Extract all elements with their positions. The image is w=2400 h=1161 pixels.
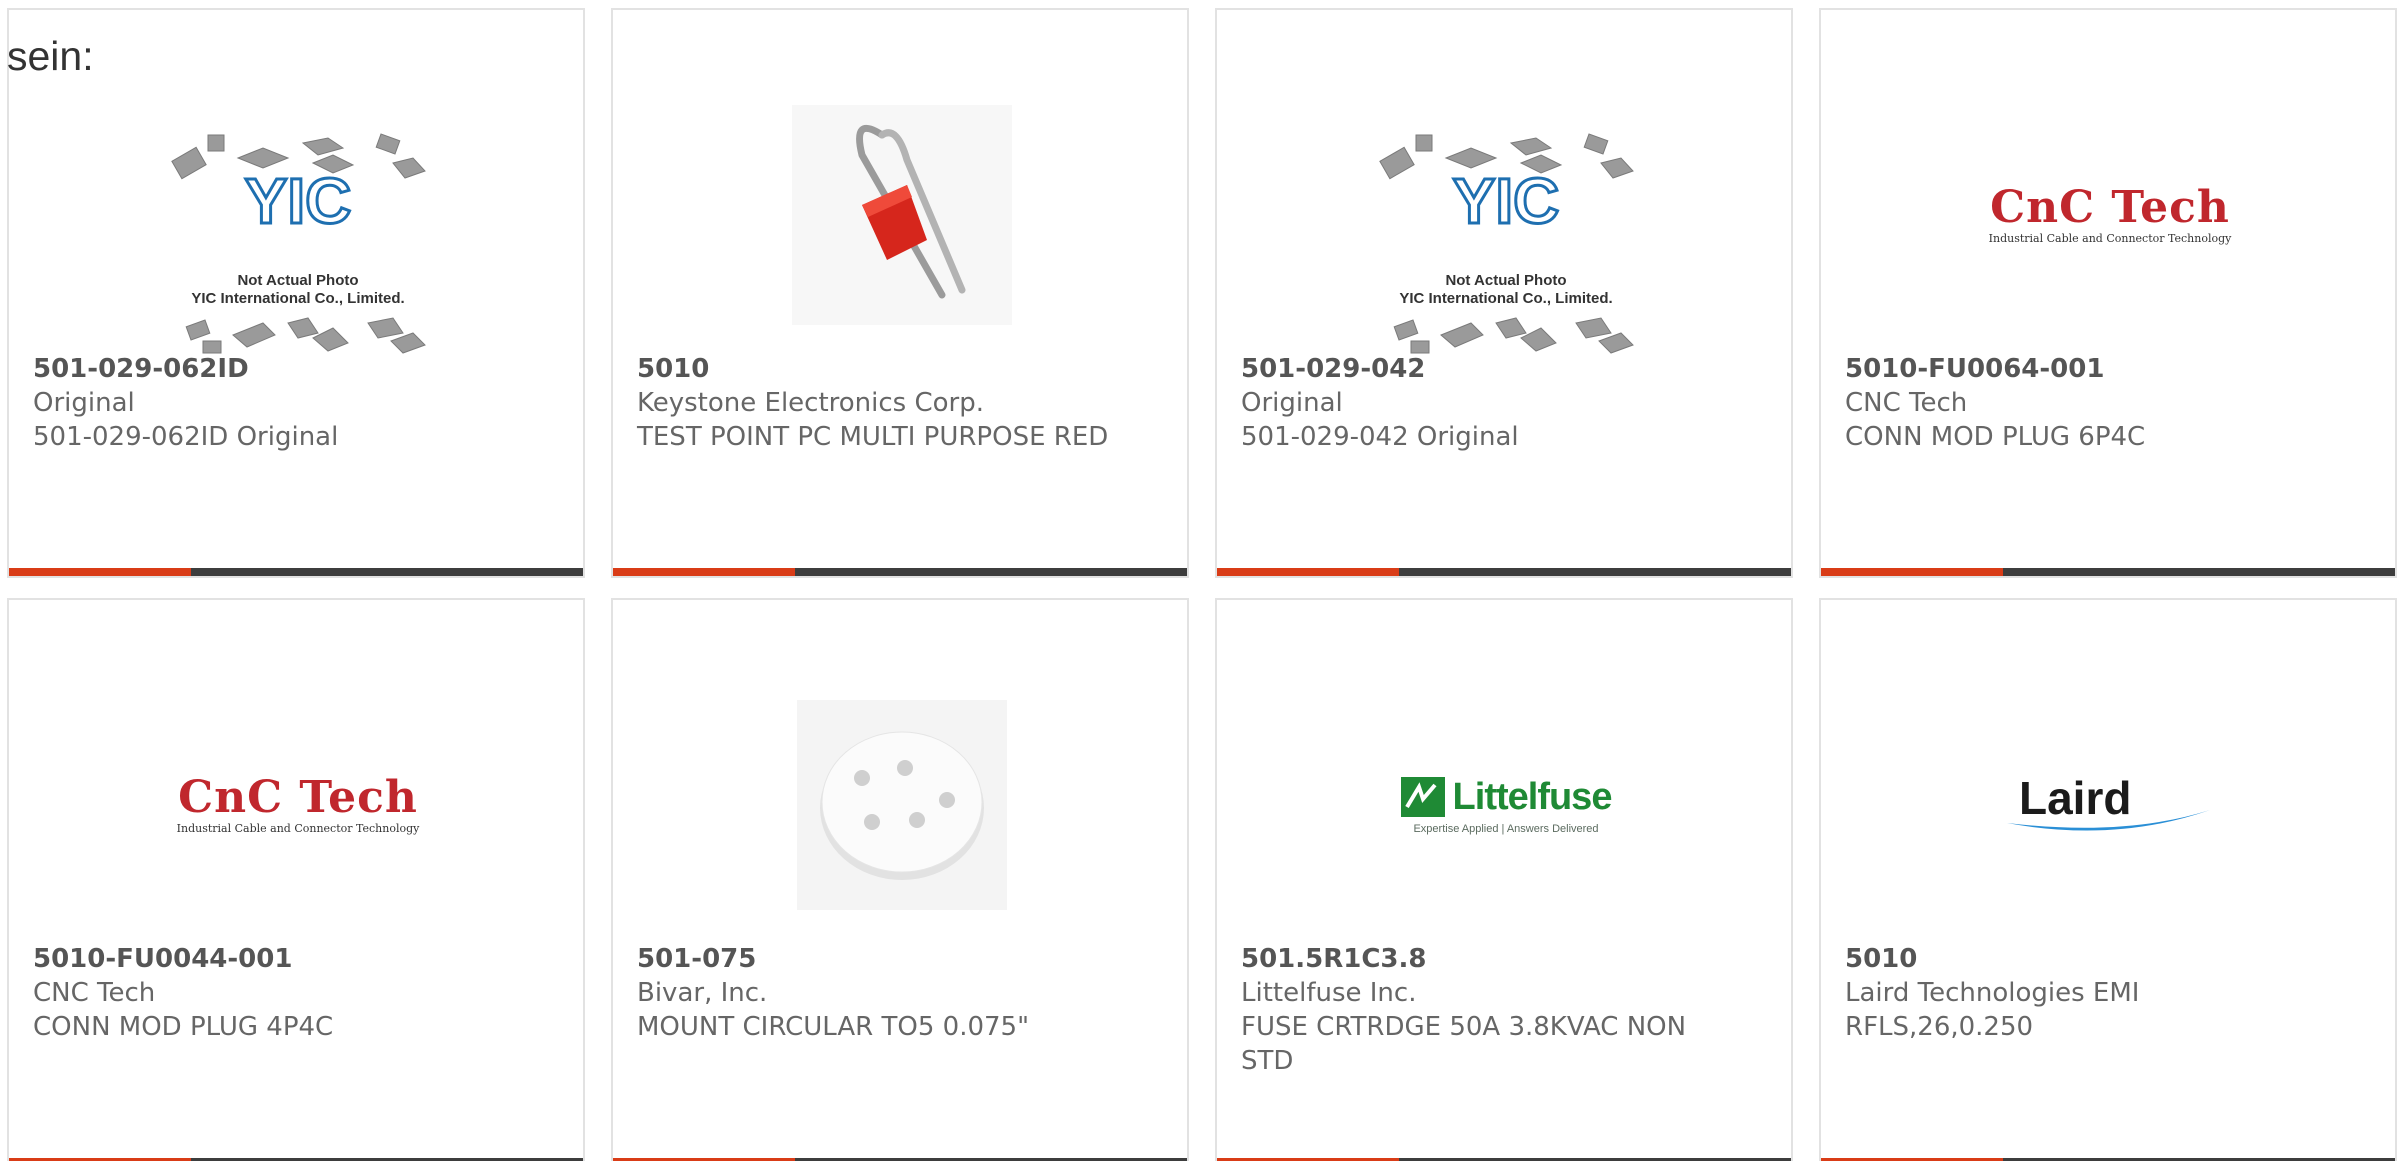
component-chips-icon: YIC (1379, 132, 1634, 354)
description: 501-029-062ID Original (33, 422, 339, 452)
product-card[interactable]: YIC Not Actual Photo YIC International C… (1215, 8, 1793, 578)
product-grid: YIC Not Actual Photo YIC International C… (7, 8, 2397, 1161)
product-image: CnC Tech Industrial Cable and Connector … (163, 670, 433, 940)
manufacturer: Original (1241, 388, 1343, 418)
card-accent-bar (1217, 568, 1791, 576)
part-number[interactable]: 501.5R1C3.8 (1241, 942, 1731, 976)
part-number[interactable]: 501-075 (637, 942, 1127, 976)
product-card[interactable]: 5010 Keystone Electronics Corp. TEST POI… (611, 8, 1189, 578)
card-accent-bar (9, 568, 583, 576)
product-image (767, 80, 1037, 350)
description: CONN MOD PLUG 6P4C (1845, 422, 2146, 452)
part-number[interactable]: 501-029-062ID (33, 352, 523, 386)
manufacturer: Bivar, Inc. (637, 978, 768, 1008)
card-accent-bar (1821, 568, 2395, 576)
yic-placeholder-image: YIC Not Actual Photo YIC International C… (163, 123, 433, 354)
product-card[interactable]: CnC Tech Industrial Cable and Connector … (7, 598, 585, 1161)
manufacturer: CNC Tech (33, 978, 156, 1008)
part-number[interactable]: 5010 (637, 352, 1127, 386)
littelfuse-logo: Littelfuse Expertise Applied | Answers D… (1400, 776, 1612, 835)
part-number[interactable]: 5010-FU0044-001 (33, 942, 523, 976)
lead-text: sein: (7, 33, 94, 79)
product-card[interactable]: CnC Tech Industrial Cable and Connector … (1819, 8, 2397, 578)
description: MOUNT CIRCULAR TO5 0.075" (637, 1012, 1030, 1042)
description: CONN MOD PLUG 4P4C (33, 1012, 334, 1042)
card-accent-bar (613, 568, 1187, 576)
product-image: Laird (1975, 670, 2245, 940)
product-image (767, 670, 1037, 940)
test-point-photo-icon (792, 105, 1012, 325)
product-image: YIC Not Actual Photo YIC International C… (1371, 80, 1641, 354)
product-card[interactable]: 501-075 Bivar, Inc. MOUNT CIRCULAR TO5 0… (611, 598, 1189, 1161)
product-listing-page: sein: YIC Not Actual Photo YIC Internati… (0, 0, 2400, 1161)
part-number[interactable]: 5010-FU0064-001 (1845, 352, 2335, 386)
svg-text:YIC: YIC (1453, 165, 1560, 237)
manufacturer: Littelfuse Inc. (1241, 978, 1417, 1008)
product-image: Littelfuse Expertise Applied | Answers D… (1371, 670, 1641, 940)
description: FUSE CRTRDGE 50A 3.8KVAC NON STD (1241, 1012, 1687, 1076)
part-number[interactable]: 501-029-042 (1241, 352, 1731, 386)
svg-text:YIC: YIC (245, 165, 352, 237)
product-image: YIC Not Actual Photo YIC International C… (163, 80, 433, 354)
manufacturer: Keystone Electronics Corp. (637, 388, 985, 418)
part-number[interactable]: 5010 (1845, 942, 2335, 976)
manufacturer: Laird Technologies EMI (1845, 978, 2140, 1008)
manufacturer: Original (33, 388, 135, 418)
circular-mount-photo-icon (797, 700, 1007, 910)
product-image: CnC Tech Industrial Cable and Connector … (1975, 80, 2245, 350)
product-card[interactable]: Laird 5010 Laird Technologies EMI RFLS,2… (1819, 598, 2397, 1161)
manufacturer: CNC Tech (1845, 388, 1968, 418)
littelfuse-mark-icon (1400, 777, 1445, 817)
cnc-tech-logo: CnC Tech Industrial Cable and Connector … (176, 772, 420, 835)
yic-caption-line-2: YIC International Co., Limited. (1399, 289, 1613, 307)
laird-logo: Laird (2005, 765, 2215, 845)
component-chips-icon: YIC (171, 132, 426, 354)
description: TEST POINT PC MULTI PURPOSE RED (637, 422, 1109, 452)
product-card[interactable]: YIC Not Actual Photo YIC International C… (7, 8, 585, 578)
description: 501-029-042 Original (1241, 422, 1519, 452)
yic-placeholder-image: YIC Not Actual Photo YIC International C… (1371, 123, 1641, 354)
description: RFLS,26,0.250 (1845, 1012, 2034, 1042)
cnc-tech-logo: CnC Tech Industrial Cable and Connector … (1988, 182, 2232, 245)
product-card[interactable]: Littelfuse Expertise Applied | Answers D… (1215, 598, 1793, 1161)
yic-caption-line-2: YIC International Co., Limited. (191, 289, 405, 307)
